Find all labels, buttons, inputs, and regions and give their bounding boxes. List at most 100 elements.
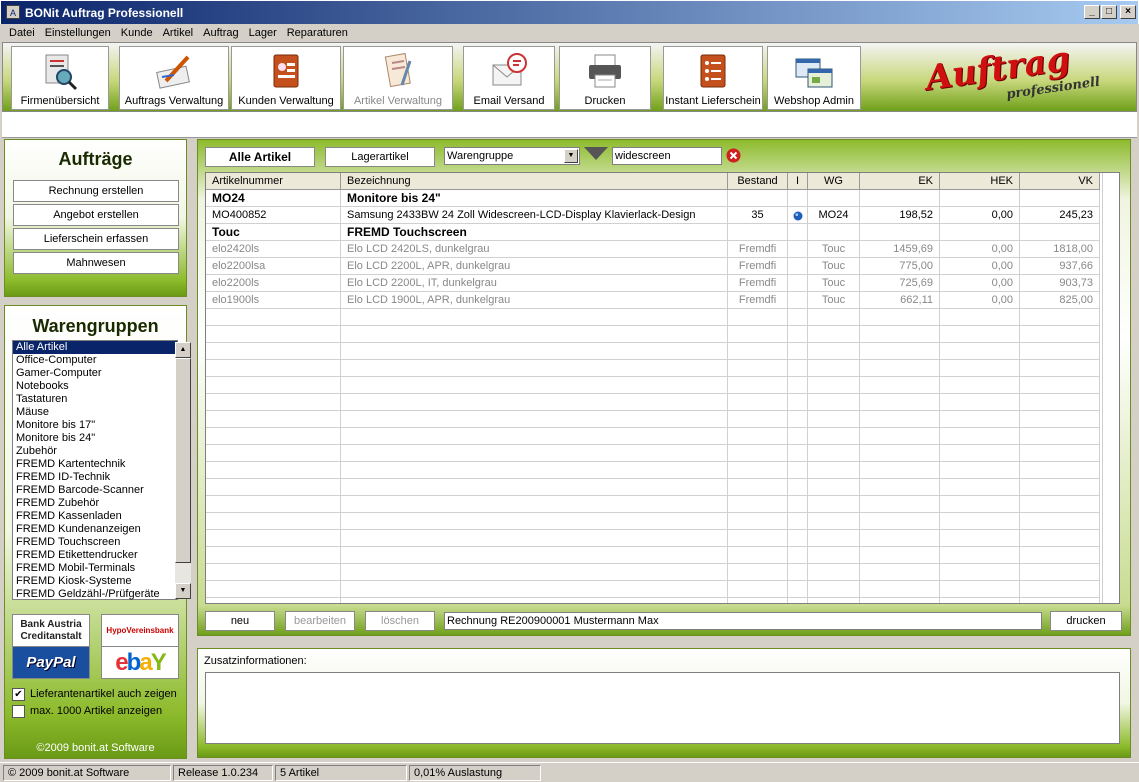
clear-search-icon[interactable] (726, 148, 741, 163)
table-row[interactable] (206, 513, 1119, 530)
table-row[interactable] (206, 496, 1119, 513)
table-row[interactable] (206, 462, 1119, 479)
scroll-up-icon[interactable]: ▲ (175, 342, 191, 358)
paypal-logo[interactable]: PayPal (12, 646, 90, 679)
lagerartikel-button[interactable]: Lagerartikel (325, 147, 435, 167)
table-row[interactable] (206, 479, 1119, 496)
lieferschein-erfassen-button[interactable]: Lieferschein erfassen (13, 228, 179, 250)
table-row[interactable] (206, 309, 1119, 326)
warengruppen-scrollbar[interactable]: ▲ ▼ (175, 342, 191, 599)
mahnwesen-button[interactable]: Mahnwesen (13, 252, 179, 274)
scroll-thumb[interactable] (175, 358, 191, 563)
table-row[interactable] (206, 445, 1119, 462)
scroll-down-icon[interactable]: ▼ (175, 583, 191, 599)
chevron-down-icon[interactable]: ▼ (564, 149, 578, 163)
table-row[interactable]: Touc FREMD Touchscreen (206, 224, 1119, 241)
menu-artikel[interactable]: Artikel (158, 27, 199, 39)
angebot-erstellen-button[interactable]: Angebot erstellen (13, 204, 179, 226)
col-artikelnummer[interactable]: Artikelnummer (206, 173, 341, 190)
table-row[interactable] (206, 428, 1119, 445)
search-input[interactable]: widescreen (612, 147, 722, 165)
minimize-button[interactable]: _ (1084, 5, 1100, 19)
kunden-verwaltung-button[interactable]: Kunden Verwaltung (231, 46, 341, 110)
close-button[interactable]: × (1120, 5, 1136, 19)
warengruppen-list[interactable]: Alle Artikel Office-Computer Gamer-Compu… (12, 340, 191, 601)
warengruppe-select[interactable]: Warengruppe ▼ (444, 147, 580, 165)
menu-reparaturen[interactable]: Reparaturen (282, 27, 353, 39)
list-item[interactable]: Zubehör (13, 445, 177, 458)
menu-auftrag[interactable]: Auftrag (198, 27, 243, 39)
list-item[interactable]: FREMD Barcode-Scanner (13, 484, 177, 497)
drucken-button[interactable]: Drucken (559, 46, 651, 110)
col-wg[interactable]: WG (808, 173, 860, 190)
bank-austria-logo[interactable]: Bank Austria Creditanstalt (12, 614, 90, 647)
table-row[interactable] (206, 326, 1119, 343)
list-item[interactable]: Monitore bis 17" (13, 419, 177, 432)
ebay-logo[interactable]: ebaY (101, 646, 179, 679)
menu-einstellungen[interactable]: Einstellungen (40, 27, 116, 39)
loeschen-button[interactable]: löschen (365, 611, 435, 631)
auftrags-verwaltung-button[interactable]: Auftrags Verwaltung (119, 46, 229, 110)
webshop-admin-button[interactable]: Webshop Admin (767, 46, 861, 110)
table-row[interactable]: elo2200ls Elo LCD 2200L, IT, dunkelgrau Fr… (206, 275, 1119, 292)
table-row[interactable]: elo2200lsa Elo LCD 2200L, APR, dunkelgrau… (206, 258, 1119, 275)
col-ek[interactable]: EK (860, 173, 940, 190)
list-item[interactable]: FREMD Mobil-Terminals (13, 562, 177, 575)
list-item[interactable]: Monitore bis 24" (13, 432, 177, 445)
info-icon[interactable] (793, 211, 803, 221)
col-vk[interactable]: VK (1020, 173, 1100, 190)
list-item[interactable]: Alle Artikel (13, 341, 177, 354)
list-item[interactable]: FREMD Kiosk-Systeme (13, 575, 177, 588)
artikel-verwaltung-button[interactable]: Artikel Verwaltung (343, 46, 453, 110)
table-row[interactable]: MO400852 Samsung 2433BW 24 Zoll Widescree… (206, 207, 1119, 224)
list-item[interactable]: FREMD Touchscreen (13, 536, 177, 549)
table-row[interactable]: elo1900ls Elo LCD 1900L, APR, dunkelgrau F… (206, 292, 1119, 309)
info-field[interactable]: Rechnung RE200900001 Mustermann Max (444, 612, 1042, 630)
list-item[interactable]: FREMD Kartentechnik (13, 458, 177, 471)
max-artikel-checkbox[interactable] (12, 705, 25, 718)
table-row[interactable]: elo2420ls Elo LCD 2420LS, dunkelgrau Fremd… (206, 241, 1119, 258)
neu-button[interactable]: neu (205, 611, 275, 631)
table-row[interactable] (206, 581, 1119, 598)
email-versand-button[interactable]: Email Versand (463, 46, 555, 110)
lieferantenartikel-checkbox[interactable]: ✔ (12, 688, 25, 701)
col-bezeichnung[interactable]: Bezeichnung (341, 173, 728, 190)
hypovereinsbank-logo[interactable]: HypoVereinsbank (101, 614, 179, 647)
table-scroll-area[interactable] (1102, 173, 1119, 603)
table-row[interactable] (206, 394, 1119, 411)
col-bestand[interactable]: Bestand (728, 173, 788, 190)
list-item[interactable]: Office-Computer (13, 354, 177, 367)
menu-kunde[interactable]: Kunde (116, 27, 158, 39)
list-item[interactable]: FREMD Geldzähl-/Prüfgeräte (13, 588, 177, 601)
instant-lieferschein-button[interactable]: Instant Lieferschein (663, 46, 763, 110)
bearbeiten-button[interactable]: bearbeiten (285, 611, 355, 631)
list-item[interactable]: Gamer-Computer (13, 367, 177, 380)
zusatzinformationen-field[interactable] (205, 672, 1120, 744)
table-row[interactable] (206, 564, 1119, 581)
list-item[interactable]: FREMD Kundenanzeigen (13, 523, 177, 536)
list-item[interactable]: FREMD Kassenladen (13, 510, 177, 523)
filter-arrow-icon[interactable] (584, 147, 608, 161)
firmenuebersicht-button[interactable]: Firmenübersicht (11, 46, 109, 110)
table-row[interactable] (206, 547, 1119, 564)
col-hek[interactable]: HEK (940, 173, 1020, 190)
list-item[interactable]: Tastaturen (13, 393, 177, 406)
table-row[interactable] (206, 530, 1119, 547)
list-item[interactable]: FREMD ID-Technik (13, 471, 177, 484)
table-row[interactable] (206, 598, 1119, 603)
drucken-action-button[interactable]: drucken (1050, 611, 1122, 631)
list-item[interactable]: Notebooks (13, 380, 177, 393)
app-icon[interactable]: A (6, 5, 20, 19)
table-row[interactable] (206, 377, 1119, 394)
menu-datei[interactable]: Datei (4, 27, 40, 39)
list-item[interactable]: FREMD Etikettendrucker (13, 549, 177, 562)
list-item[interactable]: FREMD Zubehör (13, 497, 177, 510)
menu-lager[interactable]: Lager (244, 27, 282, 39)
table-row[interactable]: MO24 Monitore bis 24" (206, 190, 1119, 207)
list-item[interactable]: Mäuse (13, 406, 177, 419)
artikel-table[interactable]: Artikelnummer Bezeichnung Bestand I WG E… (205, 172, 1120, 604)
maximize-button[interactable]: □ (1101, 5, 1117, 19)
rechnung-erstellen-button[interactable]: Rechnung erstellen (13, 180, 179, 202)
table-row[interactable] (206, 343, 1119, 360)
table-row[interactable] (206, 411, 1119, 428)
